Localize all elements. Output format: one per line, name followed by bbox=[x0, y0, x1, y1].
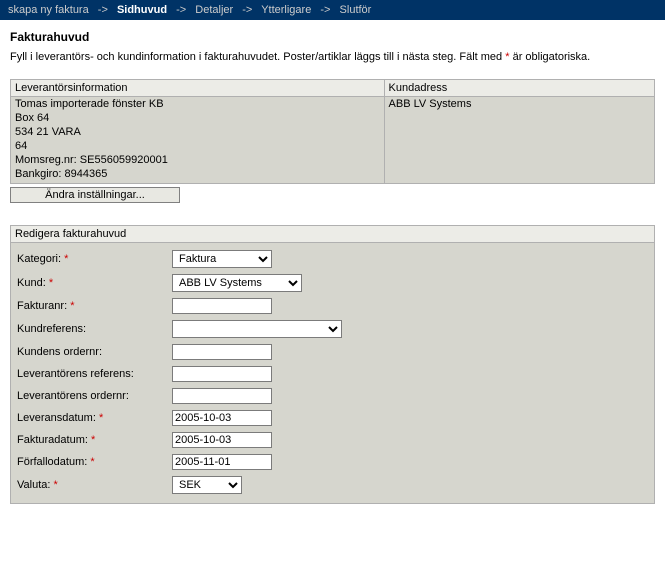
fakturanr-label: Fakturanr: bbox=[17, 300, 67, 312]
lev-referens-input[interactable] bbox=[172, 366, 272, 382]
kundens-ordernr-input[interactable] bbox=[172, 344, 272, 360]
wizard-arrow-icon: -> bbox=[320, 4, 330, 16]
kundens-ordernr-label: Kundens ordernr: bbox=[17, 346, 102, 358]
info-table: Leverantörsinformation Kundadress Tomas … bbox=[10, 79, 655, 184]
wizard-steps: skapa ny faktura -> Sidhuvud -> Detaljer… bbox=[0, 0, 665, 20]
edit-form: Kategori: * Faktura Kund: * ABB LV Syste… bbox=[10, 243, 655, 504]
forfallodatum-label: Förfallodatum: bbox=[17, 456, 87, 468]
supplier-country: 64 bbox=[11, 139, 385, 153]
wizard-step-create[interactable]: skapa ny faktura bbox=[8, 4, 89, 16]
lev-ordernr-label: Leverantörens ordernr: bbox=[17, 390, 129, 402]
change-settings-button[interactable]: Ändra inställningar... bbox=[10, 187, 180, 203]
customer-name: ABB LV Systems bbox=[384, 97, 654, 112]
lev-referens-label: Leverantörens referens: bbox=[17, 368, 134, 380]
kategori-label: Kategori: bbox=[17, 253, 61, 265]
wizard-step-header[interactable]: Sidhuvud bbox=[117, 4, 167, 16]
kundreferens-label: Kundreferens: bbox=[17, 323, 86, 335]
valuta-select[interactable]: SEK bbox=[172, 476, 242, 494]
leveransdatum-label: Leveransdatum: bbox=[17, 412, 96, 424]
wizard-arrow-icon: -> bbox=[98, 4, 108, 16]
supplier-vat: Momsreg.nr: SE556059920001 bbox=[11, 153, 385, 167]
lev-ordernr-input[interactable] bbox=[172, 388, 272, 404]
customer-heading: Kundadress bbox=[384, 80, 654, 97]
kund-label: Kund: bbox=[17, 277, 46, 289]
kund-select[interactable]: ABB LV Systems bbox=[172, 274, 302, 292]
supplier-postal: 534 21 VARA bbox=[11, 125, 385, 139]
page-title: Fakturahuvud bbox=[10, 30, 655, 44]
supplier-box: Box 64 bbox=[11, 111, 385, 125]
forfallodatum-input[interactable] bbox=[172, 454, 272, 470]
leveransdatum-input[interactable] bbox=[172, 410, 272, 426]
wizard-step-finish[interactable]: Slutför bbox=[340, 4, 372, 16]
edit-section-title: Redigera fakturahuvud bbox=[10, 225, 655, 243]
fakturadatum-input[interactable] bbox=[172, 432, 272, 448]
supplier-name: Tomas importerade fönster KB bbox=[11, 97, 385, 112]
valuta-label: Valuta: bbox=[17, 479, 50, 491]
wizard-step-details[interactable]: Detaljer bbox=[195, 4, 233, 16]
fakturadatum-label: Fakturadatum: bbox=[17, 434, 88, 446]
kundreferens-select[interactable] bbox=[172, 320, 342, 338]
kategori-select[interactable]: Faktura bbox=[172, 250, 272, 268]
supplier-bankgiro: Bankgiro: 8944365 bbox=[11, 167, 385, 184]
wizard-arrow-icon: -> bbox=[242, 4, 252, 16]
wizard-arrow-icon: -> bbox=[176, 4, 186, 16]
intro-text: Fyll i leverantörs- och kundinformation … bbox=[10, 50, 655, 65]
fakturanr-input[interactable] bbox=[172, 298, 272, 314]
supplier-heading: Leverantörsinformation bbox=[11, 80, 385, 97]
wizard-step-additional[interactable]: Ytterligare bbox=[261, 4, 311, 16]
